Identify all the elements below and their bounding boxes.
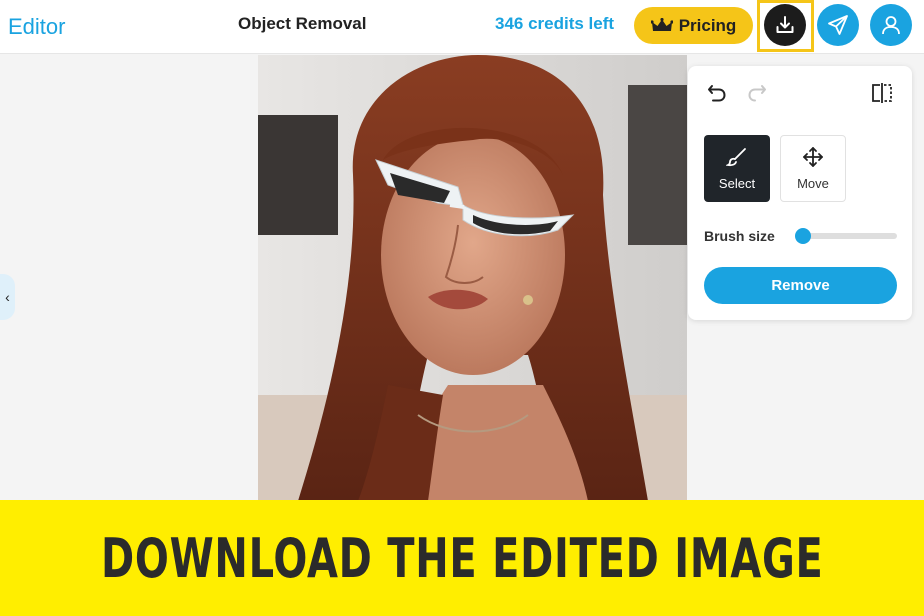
caption-text: DOWNLOAD THE EDITED IMAGE (100, 526, 824, 590)
caption-banner: DOWNLOAD THE EDITED IMAGE (0, 500, 924, 616)
share-button[interactable] (817, 4, 859, 46)
top-bar: Editor Object Removal 346 credits left P… (0, 0, 924, 54)
edited-photo[interactable] (258, 55, 687, 501)
compare-icon (872, 83, 892, 103)
account-button[interactable] (870, 4, 912, 46)
undo-icon (708, 85, 726, 102)
remove-button[interactable]: Remove (704, 267, 897, 304)
user-icon (882, 16, 900, 35)
compare-button[interactable] (868, 80, 896, 106)
collapse-sidebar-tab[interactable]: ‹ (0, 274, 15, 320)
app-brand[interactable]: Editor (8, 14, 65, 40)
tool-panel: Select Move Brush size Remove (688, 66, 912, 320)
page-title: Object Removal (238, 14, 367, 33)
redo-icon (748, 85, 766, 102)
tool-select-label: Select (718, 176, 756, 191)
brush-icon (726, 148, 746, 167)
brush-size-slider[interactable] (795, 228, 897, 244)
portrait-image (258, 55, 687, 501)
tool-move-label: Move (797, 176, 829, 191)
credits-counter: 346 credits left (495, 14, 615, 33)
brush-size-slider-handle[interactable] (795, 228, 812, 244)
remove-label: Remove (771, 277, 830, 294)
download-highlight-frame (757, 0, 814, 52)
paper-plane-icon (828, 15, 848, 35)
tool-select[interactable]: Select (704, 135, 770, 202)
undo-button[interactable] (704, 80, 730, 106)
chevron-left-icon: ‹ (5, 289, 10, 305)
crown-icon (650, 17, 673, 31)
pricing-label: Pricing (678, 15, 737, 35)
pricing-button[interactable]: Pricing (634, 7, 753, 44)
brush-size-label: Brush size (704, 228, 775, 244)
move-icon (803, 147, 823, 167)
redo-button[interactable] (744, 80, 770, 106)
tool-move[interactable]: Move (780, 135, 846, 202)
